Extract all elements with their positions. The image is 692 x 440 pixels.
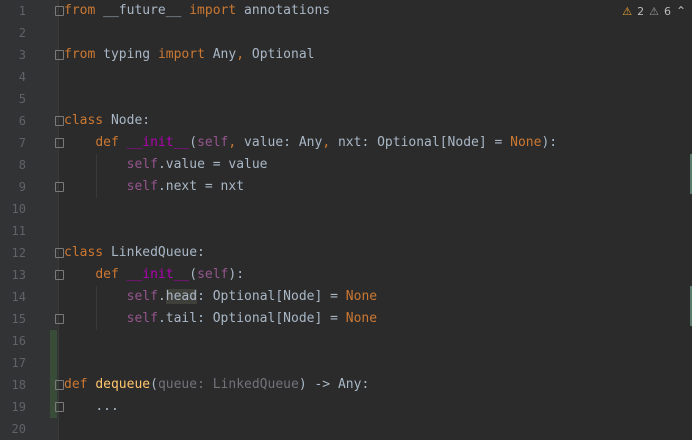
line-number: 4 [18, 70, 26, 84]
code-text: def dequeue(queue: LinkedQueue) -> Any: [64, 377, 370, 392]
code-line[interactable]: 1 from __future__ import annotations [0, 0, 692, 22]
code-line[interactable]: 9 self.next = nxt [0, 176, 692, 198]
line-number: 8 [18, 158, 26, 172]
fold-toggle-icon[interactable] [55, 116, 64, 126]
line-number: 11 [11, 224, 26, 238]
line-number: 19 [11, 400, 26, 414]
line-number: 3 [18, 48, 26, 62]
code-editor[interactable]: ⚠ 2 ⚠ 6 ⌃ 1 from __future__ import annot… [0, 0, 692, 440]
code-line[interactable]: 15 self.tail: Optional[Node] = None [0, 308, 692, 330]
code-text: self.tail: Optional[Node] = None [126, 311, 378, 326]
code-line[interactable]: 19 ... [0, 396, 692, 418]
code-text: self.head: Optional[Node] = None [126, 289, 378, 304]
fold-end-icon[interactable] [55, 182, 64, 192]
code-text: self.next = nxt [126, 179, 245, 194]
code-text: from typing import Any, Optional [64, 47, 315, 62]
code-text: ... [95, 399, 119, 414]
code-line[interactable]: 5 [0, 88, 692, 110]
fold-end-icon[interactable] [55, 402, 64, 412]
line-number: 15 [11, 312, 26, 326]
line-number: 1 [18, 4, 26, 18]
line-number: 13 [11, 268, 26, 282]
line-number: 12 [11, 246, 26, 260]
line-number: 2 [18, 26, 26, 40]
line-number: 7 [18, 136, 26, 150]
fold-toggle-icon[interactable] [55, 6, 64, 16]
code-line[interactable]: 14 self.head: Optional[Node] = None [0, 286, 692, 308]
line-number: 10 [11, 202, 26, 216]
code-text: from __future__ import annotations [64, 3, 331, 18]
fold-toggle-icon[interactable] [55, 248, 64, 258]
line-number: 20 [11, 422, 26, 436]
code-line[interactable]: 2 [0, 22, 692, 44]
fold-end-icon[interactable] [55, 314, 64, 324]
fold-toggle-icon[interactable] [55, 138, 64, 148]
code-line[interactable]: 4 [0, 66, 692, 88]
code-line[interactable]: 3 from typing import Any, Optional [0, 44, 692, 66]
code-text: self.value = value [126, 157, 268, 172]
code-line[interactable]: 6 class Node: [0, 110, 692, 132]
line-number: 18 [11, 378, 26, 392]
code-text: class Node: [64, 113, 151, 128]
line-number: 14 [11, 290, 26, 304]
fold-toggle-icon[interactable] [55, 270, 64, 280]
fold-toggle-icon[interactable] [55, 380, 64, 390]
code-line[interactable]: 18 def dequeue(queue: LinkedQueue) -> An… [0, 374, 692, 396]
line-number: 16 [11, 334, 26, 348]
code-text: def __init__(self): [95, 267, 245, 282]
line-number: 6 [18, 114, 26, 128]
code-line[interactable]: 16 [0, 330, 692, 352]
code-line[interactable]: 13 def __init__(self): [0, 264, 692, 286]
code-line[interactable]: 11 [0, 220, 692, 242]
code-line[interactable]: 20 [0, 418, 692, 440]
code-line[interactable]: 10 [0, 198, 692, 220]
code-line[interactable]: 8 self.value = value [0, 154, 692, 176]
line-number: 9 [18, 180, 26, 194]
line-number: 17 [11, 356, 26, 370]
code-line[interactable]: 7 def __init__(self, value: Any, nxt: Op… [0, 132, 692, 154]
fold-toggle-icon[interactable] [55, 50, 64, 60]
code-text: def __init__(self, value: Any, nxt: Opti… [95, 135, 558, 150]
code-line[interactable]: 17 [0, 352, 692, 374]
code-line[interactable]: 12 class LinkedQueue: [0, 242, 692, 264]
line-number: 5 [18, 92, 26, 106]
code-text: class LinkedQueue: [64, 245, 205, 260]
